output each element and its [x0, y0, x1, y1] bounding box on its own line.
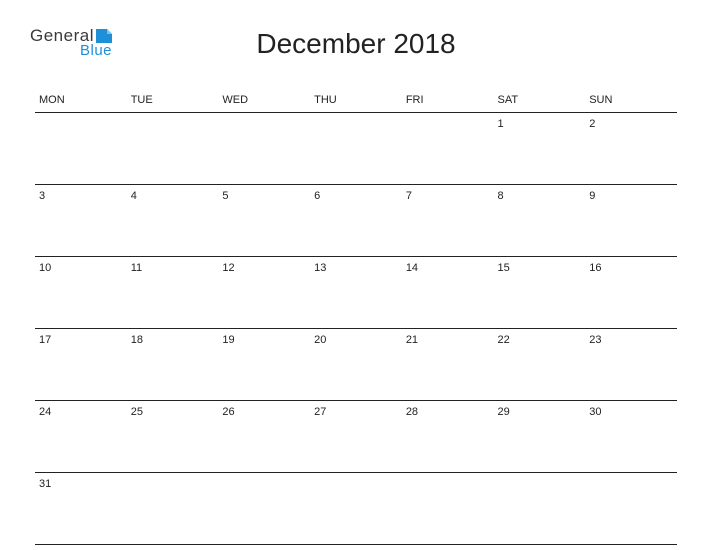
calendar-day-cell	[402, 473, 494, 545]
calendar-day-cell: 15	[494, 257, 586, 329]
document-icon	[96, 29, 112, 43]
calendar-day-cell: 14	[402, 257, 494, 329]
day-header: SUN	[585, 88, 677, 113]
day-header: TUE	[127, 88, 219, 113]
calendar-day-cell	[310, 113, 402, 185]
calendar-day-cell: 20	[310, 329, 402, 401]
calendar-day-cell: 24	[35, 401, 127, 473]
calendar-day-cell: 30	[585, 401, 677, 473]
calendar-week-row: 24 25 26 27 28 29 30	[35, 401, 677, 473]
calendar-day-cell	[127, 473, 219, 545]
calendar-day-cell	[218, 473, 310, 545]
calendar-day-cell: 7	[402, 185, 494, 257]
calendar-day-cell: 9	[585, 185, 677, 257]
calendar-day-cell: 17	[35, 329, 127, 401]
calendar-day-cell: 3	[35, 185, 127, 257]
logo: General Blue	[30, 26, 112, 59]
calendar-week-row: 17 18 19 20 21 22 23	[35, 329, 677, 401]
calendar-day-cell: 10	[35, 257, 127, 329]
calendar-day-cell: 13	[310, 257, 402, 329]
calendar-week-row: 10 11 12 13 14 15 16	[35, 257, 677, 329]
calendar-week-row: 3 4 5 6 7 8 9	[35, 185, 677, 257]
calendar-day-cell: 1	[494, 113, 586, 185]
calendar-day-cell: 5	[218, 185, 310, 257]
calendar-day-cell: 19	[218, 329, 310, 401]
calendar-week-row: 31	[35, 473, 677, 545]
calendar-day-cell	[310, 473, 402, 545]
calendar-day-cell: 21	[402, 329, 494, 401]
calendar-day-cell: 11	[127, 257, 219, 329]
calendar-day-cell	[494, 473, 586, 545]
day-header: MON	[35, 88, 127, 113]
calendar-day-cell: 6	[310, 185, 402, 257]
calendar-day-cell	[35, 113, 127, 185]
day-header: WED	[218, 88, 310, 113]
calendar-day-cell: 4	[127, 185, 219, 257]
calendar-day-cell: 28	[402, 401, 494, 473]
logo-text-blue: Blue	[80, 42, 112, 59]
calendar-title: December 2018	[35, 28, 677, 60]
day-header: FRI	[402, 88, 494, 113]
calendar-day-cell: 25	[127, 401, 219, 473]
calendar-day-cell: 31	[35, 473, 127, 545]
calendar-day-cell: 23	[585, 329, 677, 401]
calendar-day-cell	[127, 113, 219, 185]
calendar-day-cell	[402, 113, 494, 185]
calendar-week-row: 1 2	[35, 113, 677, 185]
calendar-day-cell: 2	[585, 113, 677, 185]
calendar-day-cell	[585, 473, 677, 545]
calendar-day-cell: 8	[494, 185, 586, 257]
calendar-day-cell	[218, 113, 310, 185]
calendar-day-cell: 22	[494, 329, 586, 401]
calendar-day-cell: 29	[494, 401, 586, 473]
calendar-day-cell: 16	[585, 257, 677, 329]
calendar-day-cell: 12	[218, 257, 310, 329]
calendar-day-cell: 27	[310, 401, 402, 473]
calendar-day-cell: 18	[127, 329, 219, 401]
day-header: SAT	[494, 88, 586, 113]
calendar-day-cell: 26	[218, 401, 310, 473]
calendar-grid: MON TUE WED THU FRI SAT SUN 1 2 3 4 5 6 …	[35, 88, 677, 545]
day-header: THU	[310, 88, 402, 113]
